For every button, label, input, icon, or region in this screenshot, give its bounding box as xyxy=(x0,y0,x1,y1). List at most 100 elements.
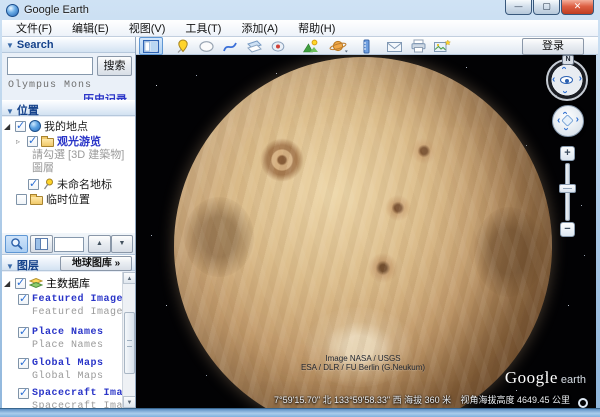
map-attribution: Image NASA / USGS ESA / DLR / FU Berlin … xyxy=(253,354,473,372)
zoom-slider-thumb[interactable] xyxy=(559,184,576,193)
look-joystick[interactable] xyxy=(546,59,588,101)
panel-icon xyxy=(35,238,48,250)
olympus-mons-feature xyxy=(260,138,304,182)
layer-row[interactable]: Place Names xyxy=(18,325,104,339)
streaming-progress-icon xyxy=(578,398,588,408)
tree-item-temporary-places[interactable]: 临时位置 xyxy=(16,192,90,206)
zoom-in-button[interactable]: + xyxy=(560,146,575,161)
attribution-line1: Image NASA / USGS xyxy=(253,354,473,363)
switch-planet-button[interactable] xyxy=(326,37,350,55)
search-panel-header[interactable]: ▼Search xyxy=(2,37,135,53)
menu-edit[interactable]: 编辑(E) xyxy=(62,20,119,36)
menu-add[interactable]: 添加(A) xyxy=(231,20,288,36)
layer-sub-row: Place Names xyxy=(32,338,104,352)
north-indicator[interactable]: N xyxy=(562,55,574,65)
add-polygon-button[interactable] xyxy=(194,37,218,55)
menu-bar: 文件(F) 编辑(E) 视图(V) 工具(T) 添加(A) 帮助(H) xyxy=(2,20,598,37)
my-places-checkbox[interactable] xyxy=(15,121,26,132)
expand-open-icon[interactable]: ◢ xyxy=(4,279,12,288)
layers-scrollbar[interactable]: ▲ ▼ xyxy=(122,272,135,408)
map-view[interactable]: Image NASA / USGS ESA / DLR / FU Berlin … xyxy=(136,55,596,408)
add-path-button[interactable] xyxy=(218,37,242,55)
layer-checkbox[interactable] xyxy=(18,294,29,305)
google-earth-window: Google Earth 文件(F) 编辑(E) 视图(V) 工具(T) 添加(… xyxy=(0,0,600,417)
look-down-arrow[interactable] xyxy=(561,90,569,93)
pointer-coordinates: 7°59'15.70" 北 133°59'58.33" 西 海拔 360 米 xyxy=(274,393,451,406)
add-placemark-button[interactable] xyxy=(170,37,194,55)
main-toolbar: 登录 xyxy=(136,37,598,55)
layers-tree: ◢ 主数据库 Featured Images Featured Images P… xyxy=(2,272,135,408)
pan-hand-icon xyxy=(561,114,574,127)
scroll-up-button[interactable]: ▲ xyxy=(88,235,111,253)
close-button[interactable] xyxy=(561,0,594,15)
layer-row[interactable]: Spacecraft Imagery xyxy=(18,386,135,400)
menu-file[interactable]: 文件(F) xyxy=(6,20,62,36)
layer-row[interactable]: Featured Images xyxy=(18,292,130,306)
primary-database-checkbox[interactable] xyxy=(15,278,26,289)
email-button[interactable] xyxy=(382,37,406,55)
collapse-triangle-icon: ▼ xyxy=(6,41,14,50)
zoom-out-button[interactable]: − xyxy=(560,222,575,237)
scroll-down-button[interactable]: ▼ xyxy=(111,235,133,253)
tree-item-primary-database[interactable]: ◢ 主数据库 xyxy=(4,276,90,290)
sightseeing-checkbox[interactable] xyxy=(27,136,38,147)
layer-row[interactable]: Global Maps xyxy=(18,356,104,370)
add-image-overlay-button[interactable] xyxy=(242,37,266,55)
scrollbar-down-arrow[interactable]: ▼ xyxy=(123,396,135,408)
tree-item-unnamed-placemark[interactable]: 未命名地标 xyxy=(28,177,112,191)
app-logo-icon xyxy=(6,4,19,17)
layer-checkbox[interactable] xyxy=(18,388,29,399)
image-overlay-icon xyxy=(246,39,263,53)
record-tour-button[interactable] xyxy=(266,37,290,55)
places-tree: ◢ 我的地点 ▹ 观光游览 請勾選 [3D 建築物] 圖層 未命名地标 临时位置 xyxy=(2,117,135,232)
placemark-checkbox[interactable] xyxy=(28,179,39,190)
expand-open-icon[interactable]: ◢ xyxy=(4,122,12,131)
tree-item-my-places[interactable]: ◢ 我的地点 xyxy=(4,119,88,133)
ruler-button[interactable] xyxy=(354,37,378,55)
layer-checkbox[interactable] xyxy=(18,358,29,369)
expand-closed-icon[interactable]: ▹ xyxy=(16,137,24,146)
move-down-arrow[interactable] xyxy=(562,127,570,130)
database-layers-icon xyxy=(29,278,43,289)
places-filter-input[interactable] xyxy=(54,237,84,252)
layer-checkbox[interactable] xyxy=(18,327,29,338)
scrollbar-thumb[interactable] xyxy=(124,312,135,374)
move-joystick[interactable] xyxy=(552,105,584,137)
historical-imagery-button[interactable] xyxy=(298,37,322,55)
search-history-item[interactable]: Olympus Mons xyxy=(8,80,92,91)
move-right-arrow[interactable] xyxy=(576,116,579,124)
status-bar: 7°59'15.70" 北 133°59'58.33" 西 海拔 360 米 视… xyxy=(136,393,596,405)
volcano-feature xyxy=(368,253,398,283)
layer-sub-row: Featured Images xyxy=(32,305,130,319)
magnifier-icon xyxy=(10,237,24,251)
bright-terrain-feature xyxy=(304,307,414,387)
volcano-feature xyxy=(385,195,411,221)
title-bar[interactable]: Google Earth xyxy=(0,0,600,20)
login-button[interactable]: 登录 xyxy=(522,38,584,55)
search-button[interactable]: 搜索 xyxy=(97,56,132,76)
google-earth-logo: Googleearth xyxy=(505,368,586,388)
tree-item-sightseeing[interactable]: ▹ 观光游览 xyxy=(16,134,101,148)
maximize-button[interactable] xyxy=(533,0,560,15)
scrollbar-up-arrow[interactable]: ▲ xyxy=(123,272,135,284)
sidebar-toggle-button[interactable] xyxy=(139,37,163,55)
earth-gallery-button[interactable]: 地球图库 » xyxy=(60,256,132,271)
menu-view[interactable]: 视图(V) xyxy=(119,20,176,36)
search-input[interactable] xyxy=(7,57,93,75)
sidebar-icon xyxy=(143,40,159,53)
my-places-globe-icon xyxy=(29,120,41,132)
menu-help[interactable]: 帮助(H) xyxy=(288,20,345,36)
minimize-button[interactable] xyxy=(505,0,532,15)
search-places-button[interactable] xyxy=(5,235,28,253)
save-image-button[interactable] xyxy=(430,37,454,55)
move-left-arrow[interactable] xyxy=(557,116,560,124)
look-right-arrow[interactable] xyxy=(579,75,582,83)
look-left-arrow[interactable] xyxy=(552,75,555,83)
look-up-arrow[interactable] xyxy=(561,66,569,69)
panel-toggle-button[interactable] xyxy=(30,235,53,253)
menu-tools[interactable]: 工具(T) xyxy=(175,20,231,36)
window-bottom-border xyxy=(0,408,600,417)
temporary-places-checkbox[interactable] xyxy=(16,194,27,205)
print-button[interactable] xyxy=(406,37,430,55)
places-panel-header[interactable]: ▼位置 xyxy=(2,100,135,116)
